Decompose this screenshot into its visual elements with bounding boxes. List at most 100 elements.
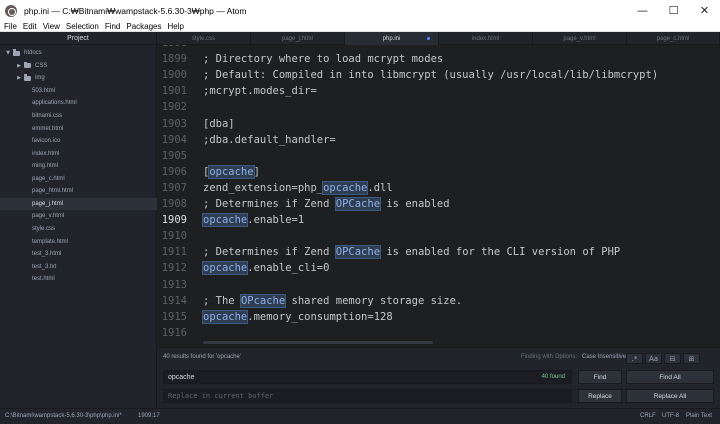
- tree-item-page-c-html[interactable]: page_c.html: [0, 173, 157, 186]
- tree-item-test-3-txt[interactable]: test_3.txt: [0, 260, 157, 273]
- results-count: 40 results found for 'opcache': [163, 354, 242, 360]
- tree-item-label: bitnami.css: [32, 113, 63, 119]
- tree-item-label: template.html: [32, 238, 69, 245]
- tree-item-label: test_3.html: [32, 251, 62, 258]
- line-number: 1910: [161, 230, 187, 243]
- code-text: .enable_cli=0: [247, 262, 330, 275]
- menu-view[interactable]: View: [43, 22, 60, 31]
- whole-word-toggle-button[interactable]: ⊞: [683, 353, 700, 364]
- status-line-ending[interactable]: CRLF: [640, 413, 656, 419]
- code-line[interactable]: ; Directory where to load mcrypt modes: [203, 53, 443, 65]
- code-line[interactable]: ; Determines if Zend OPCache is enabled: [203, 198, 450, 210]
- code-line[interactable]: ;dba.default_handler=: [203, 134, 336, 146]
- code-line[interactable]: opcache.enable=1: [203, 214, 304, 227]
- tab-style-css[interactable]: style.css: [157, 32, 251, 45]
- case-sensitive-toggle-button[interactable]: Aa: [645, 353, 662, 364]
- tree-item-test-html[interactable]: test.html: [0, 273, 157, 286]
- line-number: 1906: [161, 165, 187, 178]
- tree-item-template-html[interactable]: template.html: [0, 235, 157, 248]
- tree-item-page-html-html[interactable]: page_html.html: [0, 185, 157, 198]
- horizontal-scrollbar[interactable]: [203, 341, 433, 344]
- code-line[interactable]: [dba]: [203, 118, 235, 130]
- status-encoding[interactable]: UTF-8: [662, 413, 679, 419]
- line-number: 1900: [161, 69, 187, 82]
- line-number-gutter: 1898 1899 1900 1901 1902 1903 1904 1905 1906 1907…: [157, 45, 191, 347]
- code-line[interactable]: zend_extension=php_opcache.dll: [203, 181, 393, 194]
- menu-find[interactable]: Find: [105, 22, 121, 31]
- tree-item-page-j-html[interactable]: page_j.html: [0, 197, 157, 211]
- tree-item-ming-html[interactable]: ming.html: [0, 160, 157, 173]
- chevron-right-icon[interactable]: ▶: [16, 63, 22, 69]
- close-button[interactable]: ✕: [689, 0, 720, 21]
- line-number: 1908: [161, 198, 187, 210]
- menu-edit[interactable]: Edit: [23, 22, 37, 31]
- line-number: 1909: [161, 214, 187, 227]
- find-input-value: opcache: [168, 373, 195, 381]
- tree-item-label: style.css: [32, 225, 56, 232]
- tab-page-j-html[interactable]: page_j.html: [251, 32, 345, 45]
- tree-item-img[interactable]: ▶ img: [0, 72, 157, 85]
- tab-label: page_v.html: [563, 35, 596, 42]
- code-line[interactable]: ; The OPcache shared memory storage size…: [203, 294, 462, 307]
- menu-packages[interactable]: Packages: [126, 22, 161, 31]
- tree-item-htdocs[interactable]: ▼ htdocs: [0, 47, 157, 60]
- tree-item-css[interactable]: ▶ CSS: [0, 60, 157, 73]
- tab-index-html[interactable]: index.html: [439, 32, 533, 45]
- tree-item-label: test.html: [32, 276, 55, 283]
- regex-toggle-button[interactable]: .*: [626, 353, 643, 364]
- code-line[interactable]: opcache.enable_cli=0: [203, 262, 330, 275]
- in-selection-toggle-button[interactable]: ⊟: [664, 353, 681, 364]
- modified-indicator-icon[interactable]: [427, 37, 430, 40]
- code-line[interactable]: ; Determines if Zend OPCache is enabled …: [203, 246, 620, 259]
- code-line[interactable]: [opcache]: [203, 165, 260, 178]
- tab-page-v-html[interactable]: page_v.html: [533, 32, 627, 45]
- tree-item-label: page_j.html: [32, 200, 64, 207]
- code-line[interactable]: ; Default: Compiled in into libmcrypt (u…: [203, 69, 658, 81]
- replace-input[interactable]: Replace in current buffer: [163, 389, 572, 403]
- tree-item-503-html[interactable]: 503.html: [0, 85, 157, 98]
- status-cursor-position[interactable]: 1909:17: [138, 413, 160, 419]
- tree-item-applications-html[interactable]: applications.html: [0, 97, 157, 110]
- find-input[interactable]: opcache 40 found: [163, 370, 572, 384]
- search-match: opcache: [203, 262, 248, 275]
- search-match: OPcache: [240, 294, 286, 307]
- status-file-path[interactable]: C:\Bitnami\wampstack-5.6.30-3\php\php.in…: [5, 413, 122, 419]
- minimize-button[interactable]: —: [627, 0, 658, 21]
- find-header: 40 results found for 'opcache' Finding w…: [157, 351, 720, 365]
- code-line[interactable]: ;mcrypt.modes_dir=: [203, 85, 317, 97]
- tree-item-label: page_v.html: [32, 213, 65, 220]
- line-number: 1903: [161, 117, 187, 130]
- tab-php-ini[interactable]: php.ini: [345, 32, 439, 45]
- line-number: 1907: [161, 181, 187, 194]
- code-line[interactable]: opcache.memory_consumption=128: [203, 310, 393, 323]
- tree-item-style-css[interactable]: style.css: [0, 223, 157, 236]
- chevron-right-icon[interactable]: ▶: [16, 75, 22, 81]
- replace-button[interactable]: Replace: [578, 389, 622, 403]
- tab-bar: style.css page_j.html php.ini index.html pag…: [157, 32, 720, 45]
- replace-all-button[interactable]: Replace All: [626, 389, 714, 403]
- tree-item-bitnami-css[interactable]: bitnami.css: [0, 110, 157, 123]
- tree-item-label: 503.html: [32, 87, 56, 94]
- line-number: 1912: [161, 262, 187, 275]
- tab-page-c-html[interactable]: page_c.html: [627, 32, 720, 45]
- find-all-button[interactable]: Find All: [626, 370, 714, 384]
- tree-item-label: ming.html: [32, 163, 59, 170]
- atom-logo-icon: [5, 4, 17, 17]
- tree-item-index-html[interactable]: index.html: [0, 147, 157, 160]
- tree-item-emmet-html[interactable]: emmet.html: [0, 122, 157, 135]
- tree-item-test-3-html[interactable]: test_3.html: [0, 248, 157, 261]
- tree-item-favicon-ico[interactable]: favicon.ico: [0, 135, 157, 148]
- chevron-down-icon[interactable]: ▼: [5, 50, 11, 56]
- found-count: 40 found: [541, 374, 565, 380]
- code-text: ; Default: Compiled in into libmcrypt (u…: [203, 69, 659, 82]
- text-editor[interactable]: 1898 1899 1900 1901 1902 1903 1904 1905 1906 1907…: [157, 45, 720, 347]
- menu-selection[interactable]: Selection: [66, 22, 99, 31]
- maximize-button[interactable]: ☐: [658, 0, 689, 21]
- find-button[interactable]: Find: [578, 370, 622, 384]
- status-grammar[interactable]: Plain Text: [686, 413, 712, 419]
- menu-help[interactable]: Help: [168, 22, 184, 31]
- line-number: 1902: [161, 101, 187, 114]
- menu-file[interactable]: File: [4, 22, 17, 31]
- tree-item-label: img: [35, 75, 45, 82]
- tree-item-page-v-html[interactable]: page_v.html: [0, 210, 157, 223]
